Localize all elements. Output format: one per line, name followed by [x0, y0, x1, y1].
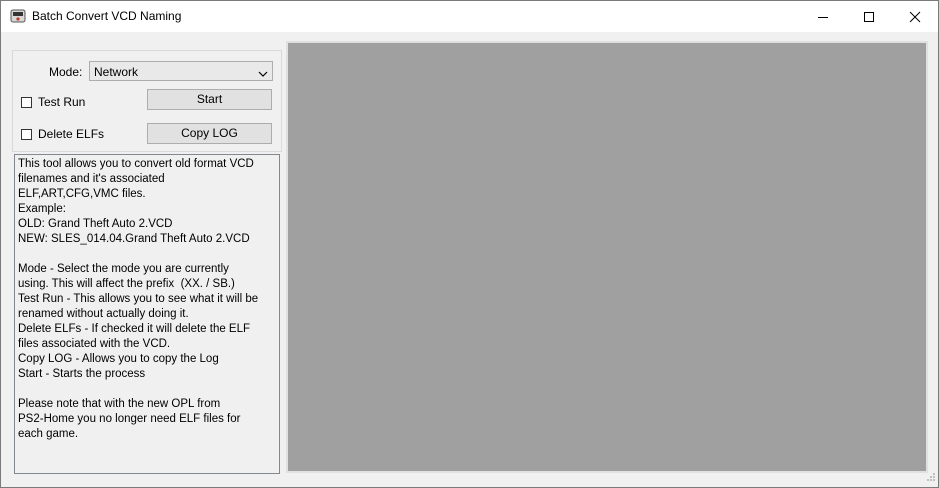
test-run-label: Test Run — [38, 95, 86, 109]
minimize-icon — [818, 16, 828, 18]
minimize-button[interactable] — [800, 1, 846, 32]
mode-dropdown-value: Network — [94, 65, 139, 79]
mode-dropdown[interactable]: Network — [89, 61, 273, 81]
chevron-down-icon — [258, 67, 268, 81]
test-run-checkbox-row[interactable]: Test Run — [21, 95, 85, 109]
mode-label: Mode: — [49, 65, 83, 79]
start-button[interactable]: Start — [147, 89, 272, 110]
maximize-button[interactable] — [846, 1, 892, 32]
app-icon — [10, 8, 26, 24]
log-output-area[interactable] — [286, 41, 928, 473]
delete-elfs-checkbox[interactable] — [21, 128, 32, 140]
window-title: Batch Convert VCD Naming — [32, 9, 182, 23]
test-run-checkbox[interactable] — [21, 96, 32, 108]
delete-elfs-checkbox-row[interactable]: Delete ELFs — [21, 127, 104, 141]
title-bar[interactable]: Batch Convert VCD Naming — [1, 1, 938, 32]
maximize-icon — [864, 11, 874, 22]
copy-log-button[interactable]: Copy LOG — [147, 123, 272, 144]
help-text-box[interactable]: This tool allows you to convert old form… — [14, 154, 280, 474]
resize-grip-icon[interactable] — [926, 471, 936, 485]
app-window: Batch Convert VCD Naming Mode: Network T… — [0, 0, 939, 488]
close-icon — [909, 11, 921, 22]
delete-elfs-label: Delete ELFs — [38, 127, 105, 141]
close-button[interactable] — [892, 1, 938, 32]
